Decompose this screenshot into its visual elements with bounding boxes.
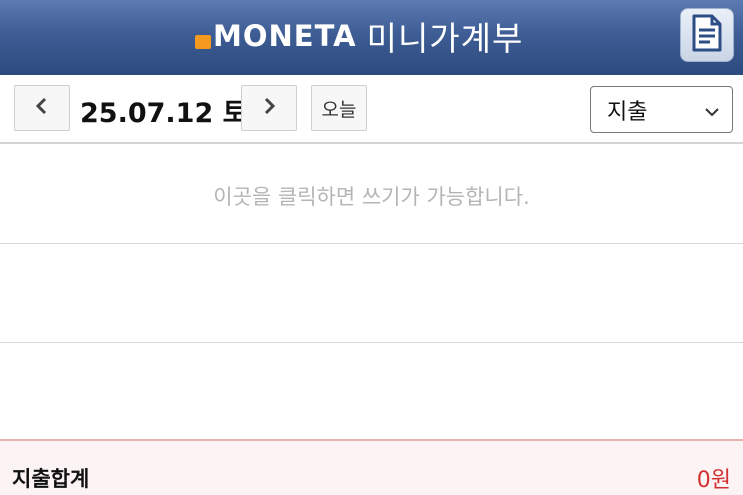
brand-logo-mark bbox=[195, 35, 211, 49]
entry-row[interactable] bbox=[0, 343, 743, 439]
app-brand: MONETA 미니가계부 bbox=[195, 10, 523, 62]
app-header: MONETA 미니가계부 bbox=[0, 0, 743, 75]
chevron-down-icon bbox=[704, 103, 720, 122]
entry-hint: 이곳을 클릭하면 쓰기가 가능합니다. bbox=[213, 185, 530, 209]
entry-type-select[interactable]: 지출 bbox=[590, 86, 733, 133]
date-toolbar: 25.07.12 토 오늘 지출 bbox=[0, 75, 743, 144]
next-day-button[interactable] bbox=[241, 85, 297, 131]
current-date[interactable]: 25.07.12 토 bbox=[80, 91, 247, 130]
today-button[interactable]: 오늘 bbox=[311, 85, 367, 131]
brand-name: MONETA bbox=[213, 19, 357, 53]
app-title: 미니가계부 bbox=[366, 19, 524, 58]
total-label: 지출합계 bbox=[12, 467, 90, 491]
memo-button[interactable] bbox=[680, 8, 734, 62]
total-value: 0원 bbox=[696, 468, 731, 493]
document-icon bbox=[690, 14, 724, 56]
chevron-left-icon bbox=[35, 97, 49, 119]
entry-row[interactable] bbox=[0, 244, 743, 343]
expense-total-bar: 지출합계 0원 bbox=[0, 439, 743, 495]
prev-day-button[interactable] bbox=[14, 85, 70, 131]
chevron-right-icon bbox=[262, 97, 276, 119]
entry-row[interactable]: 이곳을 클릭하면 쓰기가 가능합니다. bbox=[0, 145, 743, 244]
entry-type-value: 지출 bbox=[607, 99, 648, 125]
